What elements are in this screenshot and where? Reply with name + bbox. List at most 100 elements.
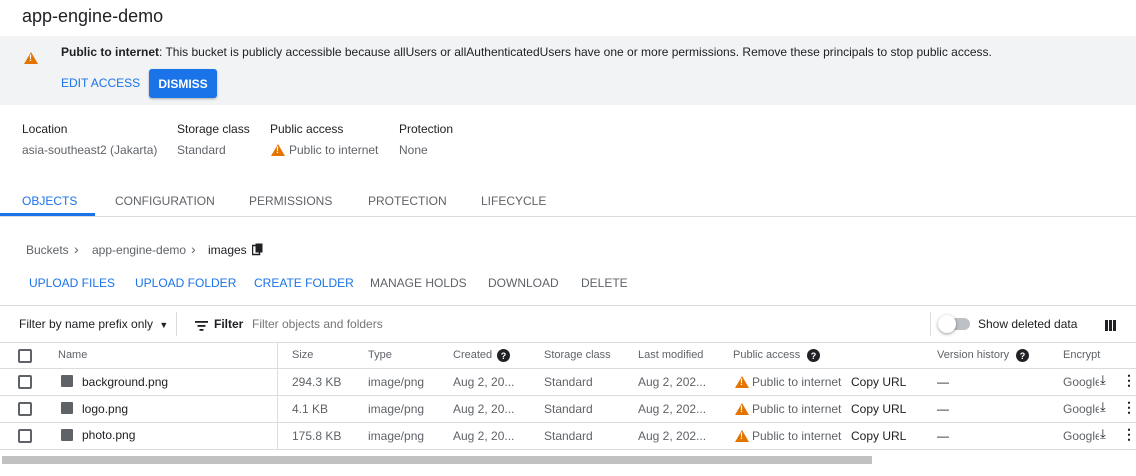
download-button[interactable]: DOWNLOAD (488, 276, 559, 290)
copy-path-icon[interactable] (251, 243, 264, 261)
object-type: image/png (368, 402, 425, 416)
divider (0, 368, 1136, 369)
divider (0, 305, 1136, 306)
filter-divider (176, 312, 177, 336)
more-options-icon[interactable]: ⋮ (1122, 372, 1136, 389)
warning-icon (271, 144, 285, 156)
object-name-link[interactable]: photo.png (82, 428, 135, 442)
storage-class-value: Standard (177, 143, 226, 157)
object-last-modified: Aug 2, 202... (638, 429, 707, 443)
divider (0, 422, 1136, 423)
tab-divider (0, 216, 1136, 217)
object-last-modified: Aug 2, 202... (638, 402, 707, 416)
more-options-icon[interactable]: ⋮ (1122, 426, 1136, 443)
warning-icon (24, 52, 38, 64)
help-icon[interactable]: ? (497, 349, 510, 362)
tab-configuration[interactable]: CONFIGURATION (115, 194, 215, 208)
manage-holds-button[interactable]: MANAGE HOLDS (370, 276, 467, 290)
object-encryption: Google (1063, 429, 1099, 443)
filter-divider (930, 312, 931, 336)
object-created: Aug 2, 20... (453, 375, 515, 389)
show-deleted-label: Show deleted data (978, 317, 1078, 331)
copy-url-button[interactable]: Copy URL (851, 429, 906, 443)
help-icon[interactable]: ? (807, 349, 820, 362)
more-options-icon[interactable]: ⋮ (1122, 399, 1136, 416)
breadcrumb-bucket[interactable]: app-engine-demo (92, 243, 186, 257)
copy-url-button[interactable]: Copy URL (851, 402, 906, 416)
row-checkbox[interactable] (18, 429, 32, 443)
tab-lifecycle[interactable]: LIFECYCLE (481, 194, 546, 208)
location-value: asia-southeast2 (Jakarta) (22, 143, 158, 157)
column-header-last-modified[interactable]: Last modified (638, 349, 703, 361)
object-storage-class: Standard (544, 429, 593, 443)
public-access-label: Public access (270, 122, 344, 136)
object-size: 175.8 KB (292, 429, 342, 443)
breadcrumb-buckets[interactable]: Buckets (26, 243, 69, 257)
filter-label: Filter (214, 317, 244, 331)
chevron-right-icon: › (191, 241, 196, 257)
dismiss-button[interactable]: DISMISS (149, 69, 217, 98)
object-encryption: Google (1063, 375, 1099, 389)
delete-button[interactable]: DELETE (581, 276, 628, 290)
warning-icon (735, 403, 749, 415)
object-last-modified: Aug 2, 202... (638, 375, 707, 389)
image-file-icon (61, 402, 73, 414)
divider (0, 395, 1136, 396)
object-public-access: Public to internet (752, 429, 842, 443)
column-header-size[interactable]: Size (292, 349, 313, 361)
column-header-name[interactable]: Name (58, 349, 87, 361)
help-icon[interactable]: ? (1016, 349, 1029, 362)
copy-url-button[interactable]: Copy URL (851, 375, 906, 389)
object-name-link[interactable]: logo.png (82, 402, 128, 416)
horizontal-scrollbar[interactable] (2, 456, 872, 464)
download-icon[interactable]: ⤓ (1100, 372, 1106, 388)
object-type: image/png (368, 429, 425, 443)
column-header-encryption[interactable]: Encrypt (1063, 349, 1100, 361)
banner-body: : This bucket is publicly accessible bec… (159, 45, 992, 59)
image-file-icon (61, 375, 73, 387)
upload-folder-button[interactable]: UPLOAD FOLDER (135, 276, 236, 290)
edit-access-button[interactable]: EDIT ACCESS (61, 76, 140, 90)
tab-objects[interactable]: OBJECTS (22, 194, 77, 208)
object-type: image/png (368, 375, 425, 389)
row-checkbox[interactable] (18, 402, 32, 416)
prefix-filter-select[interactable]: Filter by name prefix only ▼ (19, 317, 168, 331)
public-access-value: Public to internet (289, 143, 379, 157)
tab-protection[interactable]: PROTECTION (368, 194, 447, 208)
object-storage-class: Standard (544, 375, 593, 389)
column-header-created[interactable]: Created (453, 349, 492, 361)
column-header-version-history[interactable]: Version history (937, 349, 1009, 361)
column-header-public-access[interactable]: Public access (733, 349, 800, 361)
filter-input[interactable] (252, 314, 812, 334)
image-file-icon (61, 429, 73, 441)
upload-files-button[interactable]: UPLOAD FILES (29, 276, 115, 290)
chevron-right-icon: › (74, 241, 79, 257)
object-name-link[interactable]: background.png (82, 375, 168, 389)
column-header-type[interactable]: Type (368, 349, 392, 361)
select-all-checkbox[interactable] (18, 349, 32, 363)
divider (0, 449, 1136, 450)
download-icon[interactable]: ⤓ (1100, 399, 1106, 415)
object-public-access: Public to internet (752, 375, 842, 389)
column-header-storage-class[interactable]: Storage class (544, 349, 611, 361)
tab-permissions[interactable]: PERMISSIONS (249, 194, 332, 208)
create-folder-button[interactable]: CREATE FOLDER (254, 276, 354, 290)
dropdown-arrow-icon: ▼ (159, 320, 169, 330)
banner-message: Public to internet: This bucket is publi… (61, 45, 992, 59)
location-label: Location (22, 122, 68, 136)
warning-icon (735, 430, 749, 442)
column-display-icon[interactable] (1105, 318, 1116, 336)
row-checkbox[interactable] (18, 375, 32, 389)
object-version-history: — (937, 429, 949, 443)
warning-icon (735, 376, 749, 388)
filter-icon (195, 318, 208, 336)
object-created: Aug 2, 20... (453, 429, 515, 443)
prefix-filter-label: Filter by name prefix only (19, 317, 154, 331)
download-icon[interactable]: ⤓ (1100, 426, 1106, 442)
bucket-title: app-engine-demo (22, 6, 164, 26)
banner-heading: Public to internet (61, 45, 160, 59)
divider (0, 342, 1136, 343)
protection-label: Protection (399, 122, 454, 136)
breadcrumb-folder: images (208, 243, 247, 257)
object-version-history: — (937, 375, 949, 389)
